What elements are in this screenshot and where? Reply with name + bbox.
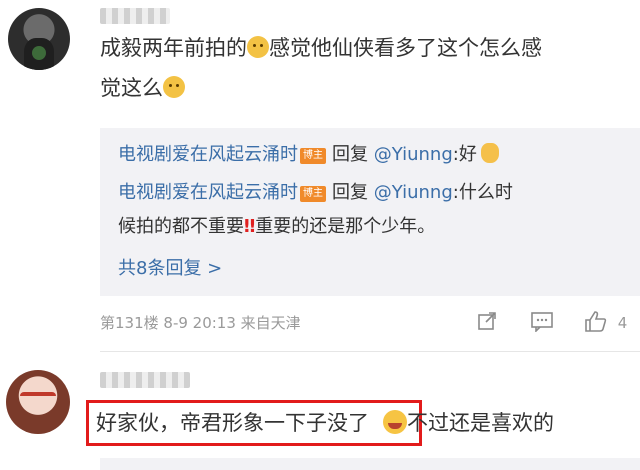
reply-text-line2: 候拍的都不重要 xyxy=(118,216,244,237)
comment-meta: 第131楼 8-9 20:13 来自天津 xyxy=(100,314,301,332)
reply-user-link[interactable]: 电视剧爱在风起云涌时 xyxy=(118,182,298,203)
like-button[interactable]: 4 xyxy=(584,310,627,337)
highlighted-text: 好家伙，帝君形象一下子没了 xyxy=(96,411,369,435)
comment-text-part2: 感觉他仙侠看多了这个怎么感 xyxy=(269,36,542,60)
reply-text-line2b: 重要的还是那个少年。 xyxy=(255,216,436,237)
more-replies-link[interactable]: 共8条回复 > xyxy=(118,254,222,284)
avatar-glasses xyxy=(20,392,56,406)
avatar-flower xyxy=(32,46,46,60)
comment-text: 好家伙，帝君形象一下子没了 不过还是喜欢的 xyxy=(96,403,636,443)
share-icon[interactable] xyxy=(476,310,498,337)
comment-text-after: 不过还是喜欢的 xyxy=(407,411,554,435)
reply-box: 电视剧爱在风起云涌时 博主 回复 @Yiunng:好 电视剧爱在风起云涌时 博主 回复 … xyxy=(100,128,640,296)
author-badge: 博主 xyxy=(300,186,326,202)
ok-hand-emoji-icon xyxy=(480,143,499,163)
reply-user-link[interactable]: 电视剧爱在风起云涌时 xyxy=(118,144,298,165)
username-blurred[interactable] xyxy=(100,372,190,388)
comment-text-part1: 成毅两年前拍的 xyxy=(100,36,247,60)
mention-link[interactable]: @Yiunng xyxy=(374,144,453,165)
mention-link[interactable]: @Yiunng xyxy=(374,182,453,203)
doge-emoji-icon xyxy=(163,76,185,98)
avatar[interactable] xyxy=(8,8,70,70)
reply-action: 回复 xyxy=(332,182,368,203)
reply-item: 电视剧爱在风起云涌时 博主 回复 @Yiunng:什么时 xyxy=(118,178,513,208)
doge-emoji-icon xyxy=(247,36,269,58)
author-badge: 博主 xyxy=(300,148,326,164)
reply-text: :什么时 xyxy=(452,182,513,203)
reply-item-continued: 候拍的都不重要‼重要的还是那个少年。 xyxy=(118,212,435,242)
comment-text: 成毅两年前拍的 感觉他仙侠看多了这个怎么感 觉这么 xyxy=(100,28,630,108)
like-count: 4 xyxy=(617,314,628,332)
divider xyxy=(100,351,640,352)
thumbs-up-icon xyxy=(584,310,608,337)
reply-box-partial xyxy=(100,458,640,470)
exclamation-emoji-icon: ‼ xyxy=(244,216,256,237)
comment-icon[interactable] xyxy=(530,310,554,337)
comment-text-part3: 觉这么 xyxy=(100,76,163,100)
avatar[interactable] xyxy=(6,370,70,434)
reply-text: :好 xyxy=(452,144,477,165)
laugh-cry-emoji-icon xyxy=(383,410,407,434)
username-blurred[interactable] xyxy=(100,8,170,24)
reply-item: 电视剧爱在风起云涌时 博主 回复 @Yiunng:好 xyxy=(118,140,499,170)
reply-action: 回复 xyxy=(332,144,368,165)
